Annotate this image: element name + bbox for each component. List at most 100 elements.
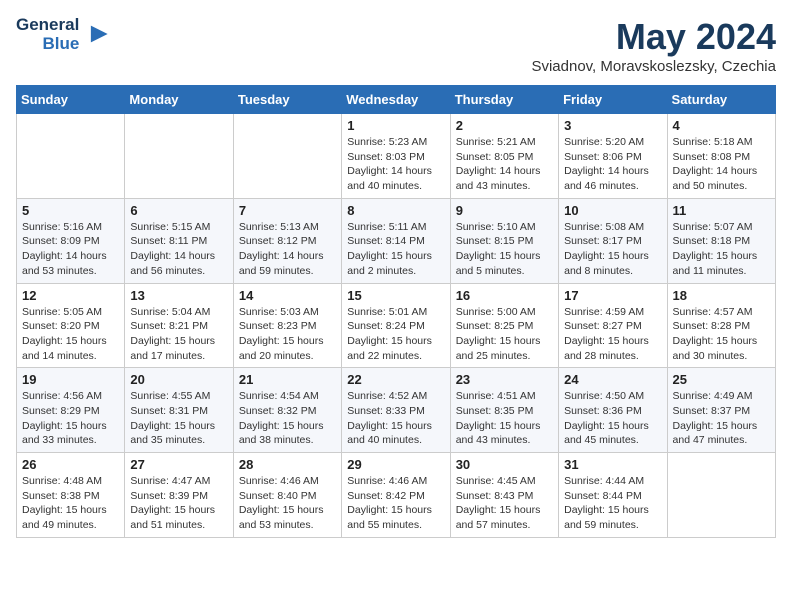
day-info: Sunrise: 4:52 AM Sunset: 8:33 PM Dayligh… xyxy=(347,389,444,448)
day-number: 3 xyxy=(564,118,661,133)
main-title: May 2024 xyxy=(531,16,776,58)
day-info: Sunrise: 4:47 AM Sunset: 8:39 PM Dayligh… xyxy=(130,474,227,533)
table-row xyxy=(17,114,125,199)
logo-general: General xyxy=(16,16,79,35)
table-row: 5 Sunrise: 5:16 AM Sunset: 8:09 PM Daylig… xyxy=(17,198,125,283)
table-row: 20 Sunrise: 4:55 AM Sunset: 8:31 PM Dayli… xyxy=(125,368,233,453)
day-number: 10 xyxy=(564,203,661,218)
day-info: Sunrise: 5:11 AM Sunset: 8:14 PM Dayligh… xyxy=(347,220,444,279)
day-info: Sunrise: 5:03 AM Sunset: 8:23 PM Dayligh… xyxy=(239,305,336,364)
page: General Blue ► May 2024 Sviadnov, Moravs… xyxy=(0,0,792,554)
day-number: 31 xyxy=(564,457,661,472)
table-row: 27 Sunrise: 4:47 AM Sunset: 8:39 PM Dayli… xyxy=(125,453,233,538)
table-row: 11Sunrise: 5:07 AM Sunset: 8:18 PM Dayli… xyxy=(667,198,775,283)
day-number: 18 xyxy=(673,288,770,303)
logo-blue: Blue xyxy=(42,35,79,54)
table-row: 7 Sunrise: 5:13 AM Sunset: 8:12 PM Daylig… xyxy=(233,198,341,283)
table-row: 31 Sunrise: 4:44 AM Sunset: 8:44 PM Dayli… xyxy=(559,453,667,538)
day-number: 28 xyxy=(239,457,336,472)
table-row xyxy=(233,114,341,199)
day-number: 15 xyxy=(347,288,444,303)
day-number: 7 xyxy=(239,203,336,218)
day-info: Sunrise: 5:13 AM Sunset: 8:12 PM Dayligh… xyxy=(239,220,336,279)
table-row: 2 Sunrise: 5:21 AM Sunset: 8:05 PM Daylig… xyxy=(450,114,558,199)
day-info: Sunrise: 5:05 AM Sunset: 8:20 PM Dayligh… xyxy=(22,305,119,364)
day-info: Sunrise: 5:08 AM Sunset: 8:17 PM Dayligh… xyxy=(564,220,661,279)
day-info: Sunrise: 4:50 AM Sunset: 8:36 PM Dayligh… xyxy=(564,389,661,448)
col-thursday: Thursday xyxy=(450,86,558,114)
day-info: Sunrise: 5:01 AM Sunset: 8:24 PM Dayligh… xyxy=(347,305,444,364)
table-row: 21Sunrise: 4:54 AM Sunset: 8:32 PM Dayli… xyxy=(233,368,341,453)
day-info: Sunrise: 5:16 AM Sunset: 8:09 PM Dayligh… xyxy=(22,220,119,279)
day-info: Sunrise: 4:44 AM Sunset: 8:44 PM Dayligh… xyxy=(564,474,661,533)
day-number: 4 xyxy=(673,118,770,133)
day-info: Sunrise: 4:51 AM Sunset: 8:35 PM Dayligh… xyxy=(456,389,553,448)
table-row: 12 Sunrise: 5:05 AM Sunset: 8:20 PM Dayli… xyxy=(17,283,125,368)
day-number: 2 xyxy=(456,118,553,133)
table-row: 16 Sunrise: 5:00 AM Sunset: 8:25 PM Dayli… xyxy=(450,283,558,368)
col-sunday: Sunday xyxy=(17,86,125,114)
day-number: 13 xyxy=(130,288,227,303)
day-info: Sunrise: 4:46 AM Sunset: 8:42 PM Dayligh… xyxy=(347,474,444,533)
day-number: 20 xyxy=(130,372,227,387)
table-row: 23 Sunrise: 4:51 AM Sunset: 8:35 PM Dayli… xyxy=(450,368,558,453)
table-row xyxy=(125,114,233,199)
day-number: 11 xyxy=(673,203,770,218)
day-info: Sunrise: 5:20 AM Sunset: 8:06 PM Dayligh… xyxy=(564,135,661,194)
table-row: 15 Sunrise: 5:01 AM Sunset: 8:24 PM Dayli… xyxy=(342,283,450,368)
day-info: Sunrise: 5:00 AM Sunset: 8:25 PM Dayligh… xyxy=(456,305,553,364)
col-wednesday: Wednesday xyxy=(342,86,450,114)
day-info: Sunrise: 4:54 AM Sunset: 8:32 PM Dayligh… xyxy=(239,389,336,448)
table-row: 22 Sunrise: 4:52 AM Sunset: 8:33 PM Dayli… xyxy=(342,368,450,453)
table-row: 3 Sunrise: 5:20 AM Sunset: 8:06 PM Daylig… xyxy=(559,114,667,199)
day-number: 23 xyxy=(456,372,553,387)
logo: General Blue ► xyxy=(16,16,113,53)
day-info: Sunrise: 5:21 AM Sunset: 8:05 PM Dayligh… xyxy=(456,135,553,194)
day-number: 24 xyxy=(564,372,661,387)
table-row: 19 Sunrise: 4:56 AM Sunset: 8:29 PM Dayli… xyxy=(17,368,125,453)
day-info: Sunrise: 5:23 AM Sunset: 8:03 PM Dayligh… xyxy=(347,135,444,194)
day-info: Sunrise: 5:10 AM Sunset: 8:15 PM Dayligh… xyxy=(456,220,553,279)
table-row: 30 Sunrise: 4:45 AM Sunset: 8:43 PM Dayli… xyxy=(450,453,558,538)
day-number: 1 xyxy=(347,118,444,133)
calendar-week-row: 5 Sunrise: 5:16 AM Sunset: 8:09 PM Daylig… xyxy=(17,198,776,283)
day-info: Sunrise: 4:45 AM Sunset: 8:43 PM Dayligh… xyxy=(456,474,553,533)
calendar-week-row: 1 Sunrise: 5:23 AM Sunset: 8:03 PM Daylig… xyxy=(17,114,776,199)
day-number: 30 xyxy=(456,457,553,472)
table-row: 17Sunrise: 4:59 AM Sunset: 8:27 PM Dayli… xyxy=(559,283,667,368)
calendar-week-row: 19 Sunrise: 4:56 AM Sunset: 8:29 PM Dayli… xyxy=(17,368,776,453)
col-saturday: Saturday xyxy=(667,86,775,114)
day-info: Sunrise: 5:04 AM Sunset: 8:21 PM Dayligh… xyxy=(130,305,227,364)
day-number: 22 xyxy=(347,372,444,387)
day-info: Sunrise: 4:48 AM Sunset: 8:38 PM Dayligh… xyxy=(22,474,119,533)
calendar-header-row: Sunday Monday Tuesday Wednesday Thursday… xyxy=(17,86,776,114)
day-info: Sunrise: 5:18 AM Sunset: 8:08 PM Dayligh… xyxy=(673,135,770,194)
table-row: 24 Sunrise: 4:50 AM Sunset: 8:36 PM Dayli… xyxy=(559,368,667,453)
table-row: 25 Sunrise: 4:49 AM Sunset: 8:37 PM Dayli… xyxy=(667,368,775,453)
day-number: 27 xyxy=(130,457,227,472)
table-row: 9 Sunrise: 5:10 AM Sunset: 8:15 PM Daylig… xyxy=(450,198,558,283)
table-row: 8 Sunrise: 5:11 AM Sunset: 8:14 PM Daylig… xyxy=(342,198,450,283)
col-friday: Friday xyxy=(559,86,667,114)
subtitle: Sviadnov, Moravskoslezsky, Czechia xyxy=(531,58,776,75)
day-number: 19 xyxy=(22,372,119,387)
day-info: Sunrise: 4:56 AM Sunset: 8:29 PM Dayligh… xyxy=(22,389,119,448)
day-info: Sunrise: 4:59 AM Sunset: 8:27 PM Dayligh… xyxy=(564,305,661,364)
calendar-table: Sunday Monday Tuesday Wednesday Thursday… xyxy=(16,85,776,538)
header: General Blue ► May 2024 Sviadnov, Moravs… xyxy=(16,16,776,75)
day-number: 25 xyxy=(673,372,770,387)
day-number: 12 xyxy=(22,288,119,303)
table-row: 1 Sunrise: 5:23 AM Sunset: 8:03 PM Daylig… xyxy=(342,114,450,199)
day-number: 29 xyxy=(347,457,444,472)
day-number: 8 xyxy=(347,203,444,218)
day-info: Sunrise: 4:55 AM Sunset: 8:31 PM Dayligh… xyxy=(130,389,227,448)
table-row: 28Sunrise: 4:46 AM Sunset: 8:40 PM Dayli… xyxy=(233,453,341,538)
table-row: 18Sunrise: 4:57 AM Sunset: 8:28 PM Dayli… xyxy=(667,283,775,368)
title-block: May 2024 Sviadnov, Moravskoslezsky, Czec… xyxy=(531,16,776,75)
day-number: 6 xyxy=(130,203,227,218)
day-number: 5 xyxy=(22,203,119,218)
day-number: 9 xyxy=(456,203,553,218)
day-number: 26 xyxy=(22,457,119,472)
day-number: 16 xyxy=(456,288,553,303)
day-info: Sunrise: 4:49 AM Sunset: 8:37 PM Dayligh… xyxy=(673,389,770,448)
